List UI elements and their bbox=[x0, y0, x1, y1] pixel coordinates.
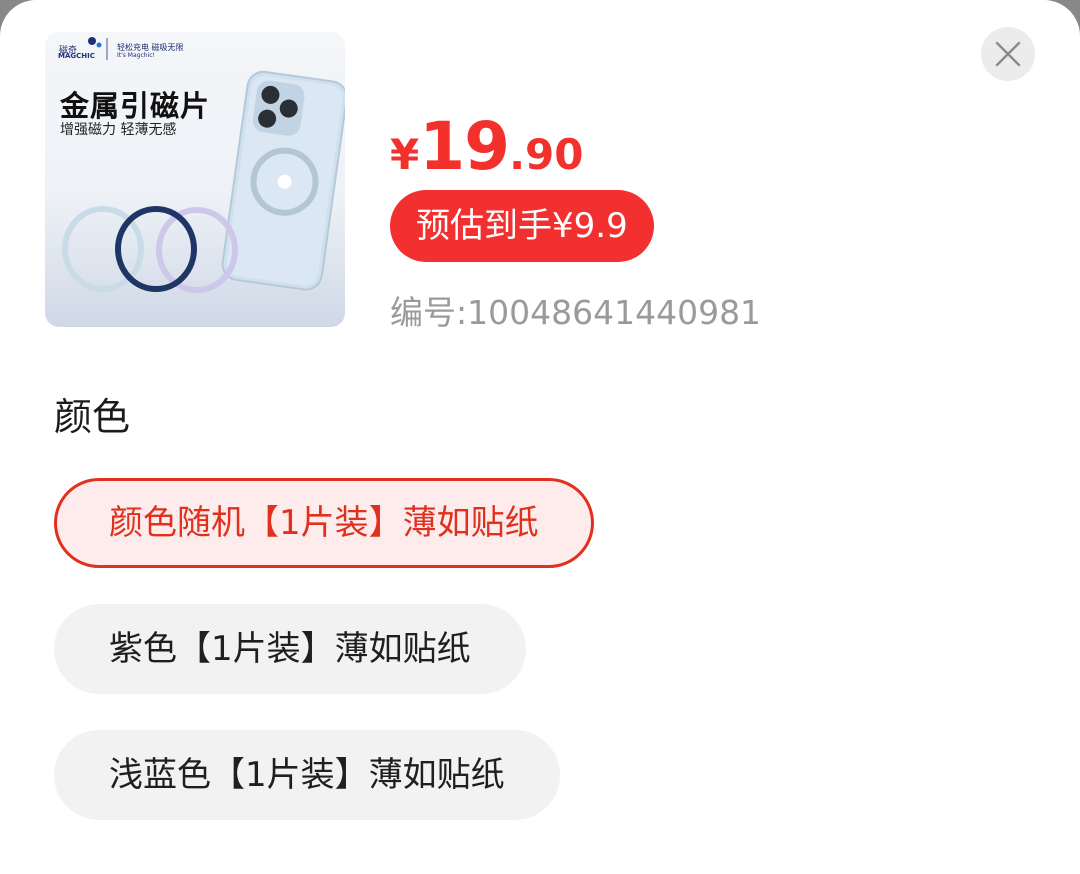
price-currency: ¥ bbox=[390, 130, 420, 179]
brand-slogan-en: It's Magchic! bbox=[117, 52, 155, 59]
estimated-price-badge: 预估到手¥9.9 bbox=[390, 190, 654, 262]
product-subline: 增强磁力 轻薄无感 bbox=[60, 122, 177, 138]
price: ¥ 19 .90 bbox=[390, 108, 584, 185]
sku-selector-sheet: 磁奇 MAGCHIC 轻松充电 磁吸无限 It's Magchic! 金属引磁片… bbox=[0, 0, 1080, 874]
price-decimal: .90 bbox=[509, 130, 584, 179]
option-light-blue[interactable]: 浅蓝色【1片装】薄如贴纸 bbox=[54, 730, 560, 820]
price-integer: 19 bbox=[419, 108, 510, 185]
option-purple[interactable]: 紫色【1片装】薄如贴纸 bbox=[54, 604, 526, 694]
option-random-color[interactable]: 颜色随机【1片装】薄如贴纸 bbox=[54, 478, 594, 568]
product-illustration bbox=[62, 37, 345, 293]
sku-number: 编号:10048641440981 bbox=[390, 293, 762, 332]
brand-name-en: MAGCHIC bbox=[58, 52, 95, 60]
color-section-title: 颜色 bbox=[54, 395, 131, 439]
product-image[interactable]: 磁奇 MAGCHIC 轻松充电 磁吸无限 It's Magchic! 金属引磁片… bbox=[45, 32, 345, 327]
close-icon bbox=[995, 41, 1021, 67]
close-button[interactable] bbox=[981, 27, 1035, 81]
